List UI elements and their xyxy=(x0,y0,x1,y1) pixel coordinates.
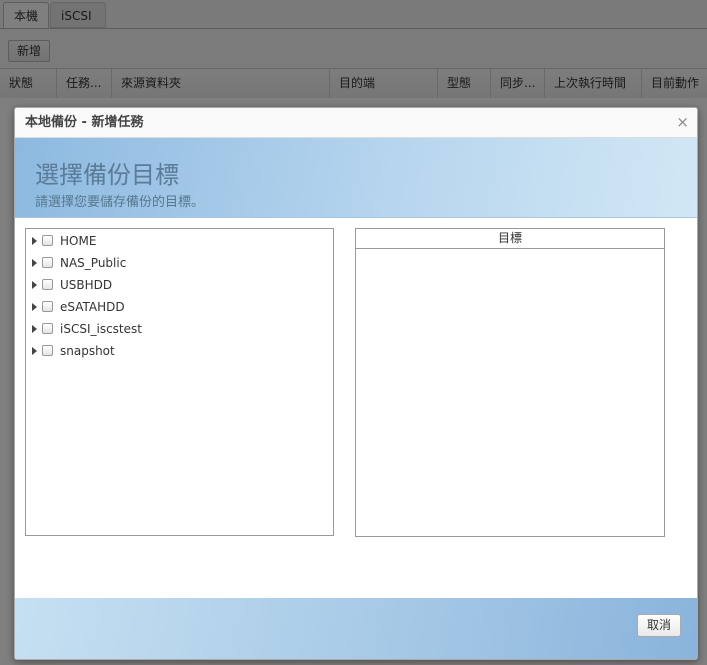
checkbox[interactable] xyxy=(42,323,53,334)
cancel-button[interactable]: 取消 xyxy=(636,614,681,637)
banner-subtitle: 請選擇您要儲存備份的目標。 xyxy=(35,195,205,210)
tree-item-label: eSATAHDD xyxy=(60,300,125,314)
tree-item-label: USBHDD xyxy=(60,278,113,292)
checkbox[interactable] xyxy=(42,235,53,246)
close-icon[interactable]: × xyxy=(676,108,689,137)
expand-arrow-icon[interactable] xyxy=(32,237,37,245)
expand-arrow-icon[interactable] xyxy=(32,325,37,333)
checkbox[interactable] xyxy=(42,279,53,290)
checkbox[interactable] xyxy=(42,345,53,356)
banner-title: 選擇備份目標 xyxy=(35,161,179,189)
tree-item-label: iSCSI_iscstest xyxy=(60,322,142,336)
dialog-titlebar: 本地備份 - 新增任務 × xyxy=(15,108,697,138)
expand-arrow-icon[interactable] xyxy=(32,259,37,267)
checkbox[interactable] xyxy=(42,301,53,312)
expand-arrow-icon[interactable] xyxy=(32,281,37,289)
expand-arrow-icon[interactable] xyxy=(32,347,37,355)
dialog-footer: 取消 xyxy=(15,598,697,659)
expand-arrow-icon[interactable] xyxy=(32,303,37,311)
folder-tree: HOME NAS_Public USBHDD eSATAHDD iSCSI_is… xyxy=(25,228,334,536)
wizard-banner: 選擇備份目標 請選擇您要儲存備份的目標。 xyxy=(15,138,697,218)
target-panel: 目標 xyxy=(355,228,665,537)
tree-item-label: HOME xyxy=(60,234,97,248)
new-task-dialog: 本地備份 - 新增任務 × 選擇備份目標 請選擇您要儲存備份的目標。 HOME … xyxy=(14,107,698,660)
tree-item-label: snapshot xyxy=(60,344,115,358)
tree-item-label: NAS_Public xyxy=(60,256,127,270)
checkbox[interactable] xyxy=(42,257,53,268)
dialog-title: 本地備份 - 新增任務 xyxy=(25,115,144,130)
target-header: 目標 xyxy=(356,229,664,249)
